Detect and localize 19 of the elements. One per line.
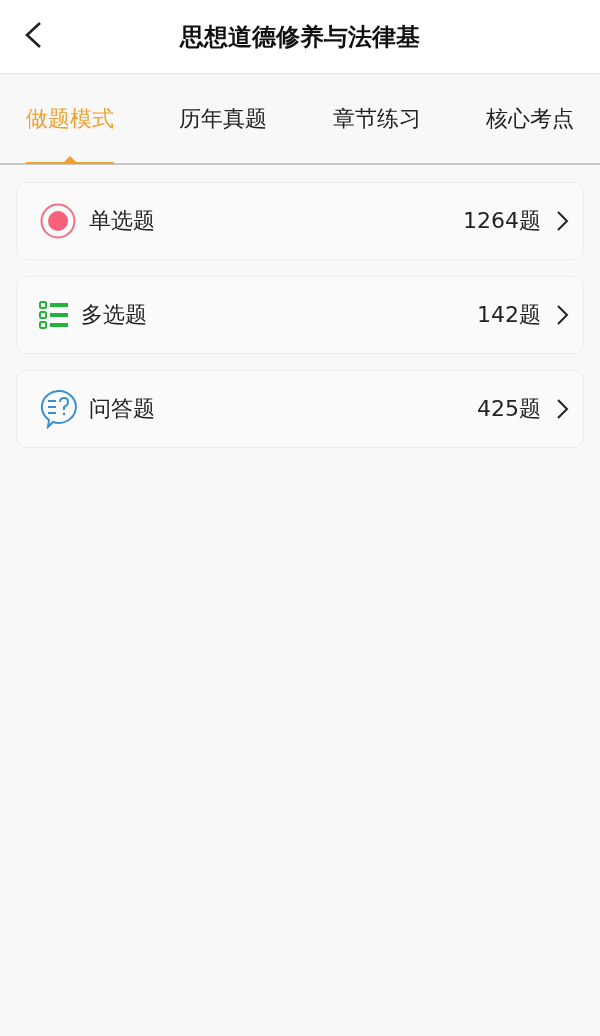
tab[interactable]: 核心考点 bbox=[486, 74, 574, 163]
question-type-card[interactable]: 多选题 142题 bbox=[16, 276, 584, 354]
chevron-right-icon bbox=[555, 304, 569, 326]
question-type-card[interactable]: 问答题 425题 bbox=[16, 370, 584, 448]
question-type-card[interactable]: 单选题 1264题 bbox=[16, 182, 584, 260]
radio-icon bbox=[39, 202, 77, 240]
tab[interactable]: 历年真题 bbox=[179, 74, 268, 163]
question-bubble-icon bbox=[39, 389, 77, 429]
question-count: 425题 bbox=[477, 395, 541, 423]
page-title: 思想道德修养与法律基 bbox=[180, 21, 420, 53]
question-type-label: 问答题 bbox=[89, 395, 156, 423]
question-type-label: 单选题 bbox=[89, 207, 156, 235]
chevron-right-icon bbox=[555, 398, 569, 420]
question-count: 1264题 bbox=[463, 207, 541, 235]
chevron-right-icon bbox=[555, 210, 569, 232]
checklist-icon bbox=[39, 300, 69, 330]
question-type-label: 多选题 bbox=[81, 301, 148, 329]
question-count: 142题 bbox=[477, 301, 541, 329]
tab[interactable]: 章节练习 bbox=[332, 74, 421, 163]
